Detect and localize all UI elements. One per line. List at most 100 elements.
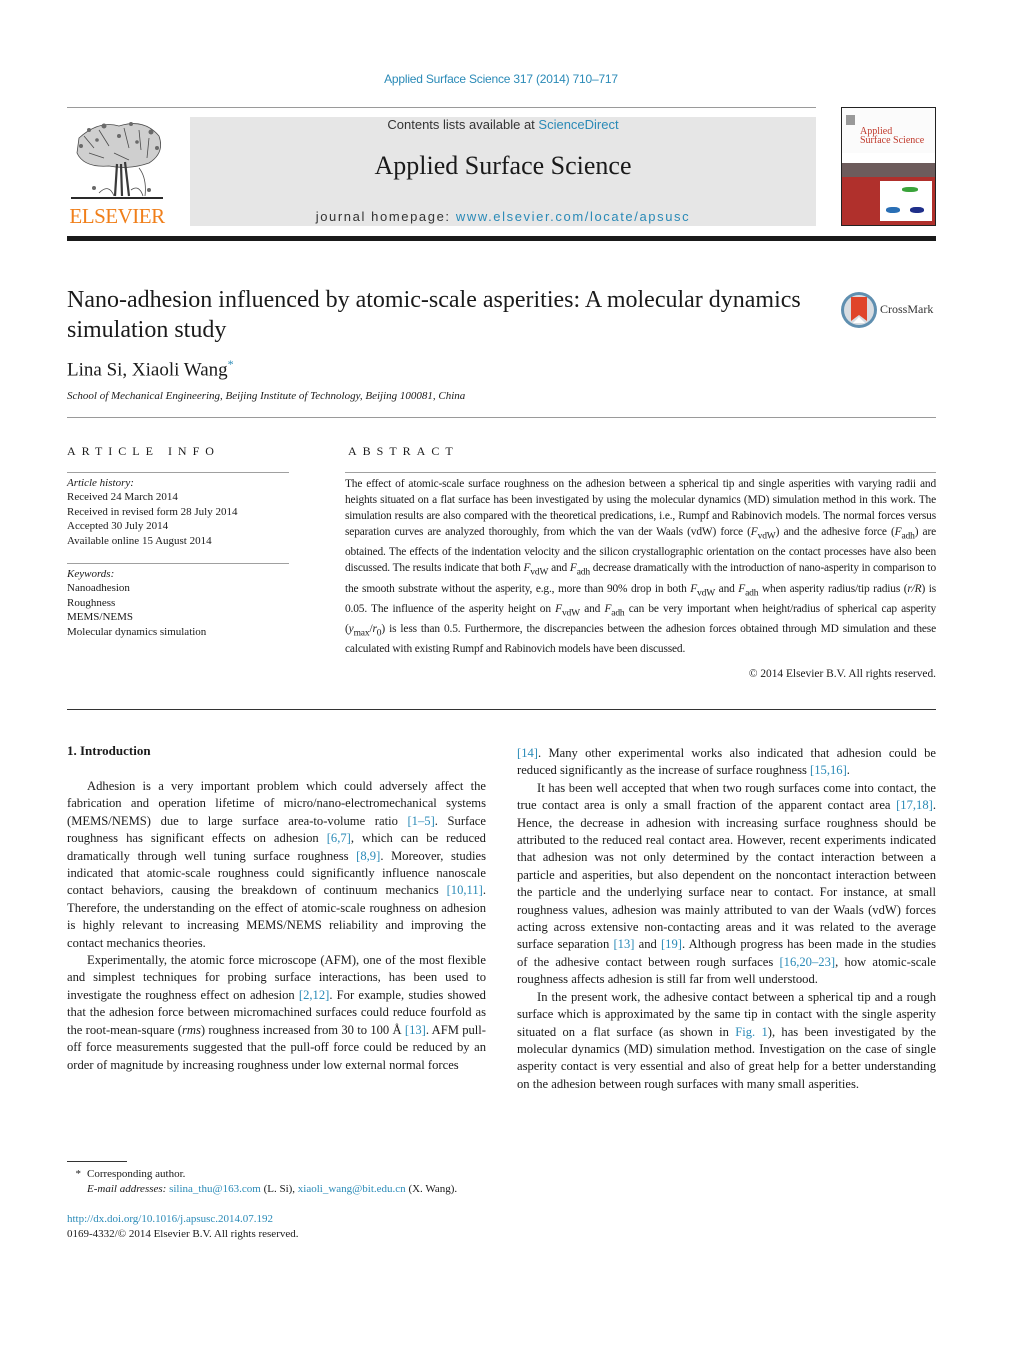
crossmark-icon (841, 292, 877, 328)
reference-link[interactable]: [17,18] (896, 798, 933, 812)
paragraph: Adhesion is a very important problem whi… (67, 778, 486, 952)
text-segment: . (846, 763, 850, 778)
issn-copyright: 0169-4332/© 2014 Elsevier B.V. All right… (67, 1228, 299, 1240)
journal-homepage-link[interactable]: www.elsevier.com/locate/apsusc (456, 209, 690, 224)
keywords-label: Keywords: (67, 568, 115, 580)
text-segment: It has been well accepted that when two … (517, 780, 936, 813)
article-title: Nano-adhesion influenced by atomic-scale… (67, 287, 801, 343)
math-sub-vdw: vdW (530, 567, 549, 578)
reference-link[interactable]: [1–5] (407, 814, 434, 828)
math-sub-adh: adh (576, 567, 590, 578)
reference-link[interactable]: [2,12] (299, 988, 329, 1002)
contents-line: Contents lists available at ScienceDirec… (190, 117, 816, 132)
math-F: F (750, 526, 758, 538)
journal-masthead: Contents lists available at ScienceDirec… (190, 117, 816, 226)
keywords: Keywords: Nanoadhesion Roughness MEMS/NE… (67, 567, 206, 639)
section-heading-introduction: 1. Introduction (67, 743, 151, 758)
history-received: Received 24 March 2014 (67, 491, 178, 504)
paragraph: It has been well accepted that when two … (517, 780, 936, 989)
footnote-divider (67, 1161, 127, 1162)
figure-link[interactable]: Fig. 1 (735, 1025, 768, 1039)
keyword-item: Nanoadhesion (67, 582, 130, 595)
email-link-si[interactable]: silina_thu@163.com (169, 1183, 261, 1195)
reference-link[interactable]: [16,20–23] (779, 955, 835, 969)
math-r-over-R: r/R (907, 582, 922, 595)
header-divider (67, 107, 816, 108)
email-owner-si: (L. Si), (260, 1183, 298, 1195)
reference-link[interactable]: [6,7] (327, 831, 351, 845)
elsevier-logo[interactable]: ELSEVIER (67, 116, 167, 228)
paragraph-continuation: [14]. Many other experimental works also… (517, 745, 936, 780)
cover-publisher-icon (846, 115, 855, 125)
cover-figure-navy-shape (910, 207, 924, 213)
abstract-segment: and (715, 582, 739, 595)
history-revised: Received in revised form 28 July 2014 (67, 505, 238, 518)
cover-band (842, 163, 935, 177)
math-sub-vdw: vdW (757, 531, 776, 542)
article-info-divider-top (67, 472, 289, 473)
cover-title-line2: Surface Science (860, 135, 925, 146)
keyword-item: Roughness (67, 596, 116, 609)
text-segment: . Many other experimental works also ind… (517, 746, 936, 778)
abstract-copyright: © 2014 Elsevier B.V. All rights reserved… (748, 668, 936, 680)
author-list: Lina Si, Xiaoli Wang* (67, 357, 234, 381)
reference-link[interactable]: [15,16] (810, 763, 847, 777)
math-rms: rms (181, 1022, 201, 1037)
body-column-right: [14]. Many other experimental works also… (517, 745, 936, 1093)
article-info-heading: ARTICLE INFO (67, 444, 220, 458)
text-segment: ) roughness increased from 30 to 100 Å (200, 1022, 405, 1037)
author-affiliation: School of Mechanical Engineering, Beijin… (67, 390, 466, 402)
reference-link[interactable]: [19] (661, 937, 682, 951)
math-sub-max: max (353, 628, 370, 639)
abstract-segment: ) and the adhesive force ( (775, 526, 895, 538)
math-sub-adh: adh (901, 531, 915, 542)
reference-link[interactable]: [8,9] (356, 849, 380, 863)
cover-figure-green-shape (902, 187, 918, 192)
authors-names: Lina Si, Xiaoli Wang (67, 359, 228, 381)
corresponding-author-marker[interactable]: * (228, 357, 234, 371)
journal-cover-thumbnail[interactable]: Applied Surface Science (841, 107, 936, 226)
doi-block: http://dx.doi.org/10.1016/j.apsusc.2014.… (67, 1212, 299, 1242)
journal-citation-link[interactable]: Applied Surface Science 317 (2014) 710–7… (0, 72, 1002, 86)
body-divider (67, 709, 936, 710)
doi-link[interactable]: http://dx.doi.org/10.1016/j.apsusc.2014.… (67, 1212, 299, 1227)
history-accepted: Accepted 30 July 2014 (67, 520, 169, 533)
footnote-corresponding-label: Corresponding author. (87, 1168, 186, 1180)
footnote-corresponding-author: * Corresponding author. E-mail addresses:… (67, 1167, 458, 1197)
email-owner-wang: (X. Wang). (405, 1183, 458, 1195)
math-F: F (569, 562, 577, 575)
footnote-marker: * (75, 1168, 82, 1180)
article-info-divider-keywords (67, 563, 289, 564)
crossmark-button[interactable]: CrossMark (840, 291, 940, 329)
reference-link[interactable]: [10,11] (447, 883, 483, 897)
email-link-wang[interactable]: xiaoli_wang@bit.edu.cn (298, 1183, 406, 1195)
abstract-segment: and (548, 562, 570, 575)
math-sub-adh: adh (611, 608, 625, 619)
body-column-left: Adhesion is a very important problem whi… (67, 778, 486, 1074)
abstract-text: The effect of atomic-scale surface rough… (345, 476, 936, 657)
crossmark-label: CrossMark (880, 302, 934, 316)
cover-title: Applied Surface Science (860, 127, 925, 146)
paragraph: Experimentally, the atomic force microsc… (67, 952, 486, 1074)
abstract-heading: ABSTRACT (348, 444, 459, 458)
text-segment: and (634, 937, 661, 952)
email-label: E-mail addresses: (87, 1183, 167, 1195)
contents-prefix: Contents lists available at (387, 117, 539, 132)
sciencedirect-link[interactable]: ScienceDirect (538, 117, 618, 132)
history-online: Available online 15 August 2014 (67, 534, 212, 547)
abstract-divider (345, 472, 936, 473)
reference-link[interactable]: [14] (517, 746, 538, 760)
keyword-item: Molecular dynamics simulation (67, 625, 207, 638)
paragraph: In the present work, the adhesive contac… (517, 989, 936, 1093)
elsevier-tree-icon (69, 118, 165, 204)
reference-link[interactable]: [13] (405, 1023, 426, 1037)
math-F: F (555, 602, 562, 615)
cover-figure-icon (880, 181, 932, 221)
homepage-prefix: journal homepage: (315, 209, 456, 224)
masthead-thick-divider (67, 236, 936, 241)
abstract-segment: when asperity radius/tip radius ( (758, 582, 908, 595)
reference-link[interactable]: [13] (613, 937, 634, 951)
affiliation-divider (67, 417, 936, 418)
text-segment: . Hence, the decrease in adhesion with i… (517, 798, 936, 952)
abstract-segment: and (579, 602, 605, 615)
